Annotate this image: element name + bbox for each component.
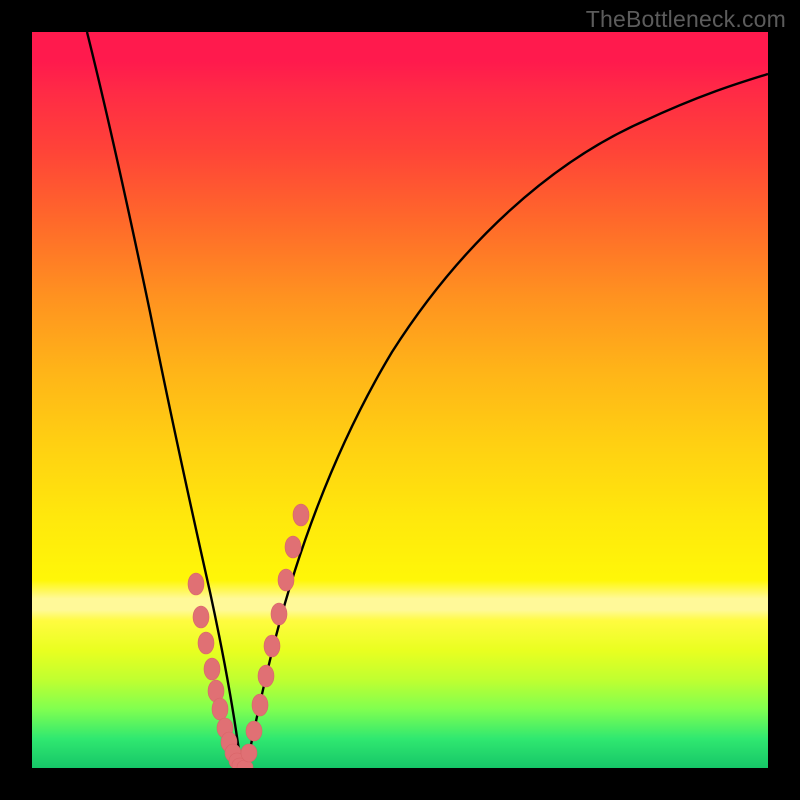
plot-area [32, 32, 768, 768]
outer-frame: TheBottleneck.com [0, 0, 800, 800]
curve-right-branch [246, 74, 768, 767]
dots-left [188, 573, 253, 768]
curve-left-branch [87, 32, 244, 767]
chart-svg [32, 32, 768, 768]
dots-right [241, 504, 309, 762]
watermark-text: TheBottleneck.com [586, 6, 786, 33]
